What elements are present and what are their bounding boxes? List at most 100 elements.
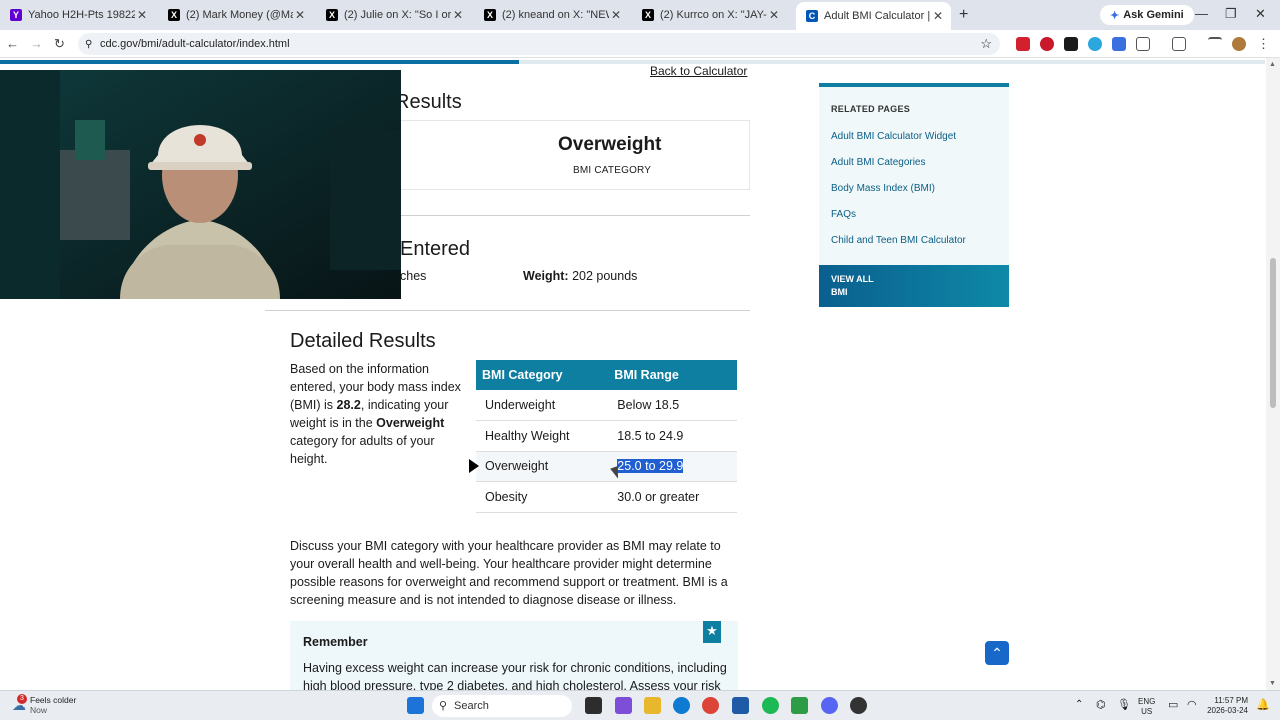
spotify-icon[interactable]	[762, 697, 779, 714]
table-row: Underweight Below 18.5	[476, 390, 737, 421]
sidebar-link[interactable]: Child and Teen BMI Calculator	[831, 235, 966, 246]
back-to-top-button[interactable]: ⌃	[985, 641, 1009, 665]
column-header: BMI Range	[608, 360, 737, 390]
sidebar-link[interactable]: Adult BMI Categories	[831, 157, 926, 168]
scroll-down-icon[interactable]: ▼	[1269, 680, 1276, 687]
notifications-icon[interactable]: 🔔	[1256, 698, 1270, 711]
x-icon: X	[642, 9, 654, 21]
selected-text: 25.0 to 29.9	[617, 459, 684, 474]
star-icon: ★	[703, 621, 721, 643]
browser-tab[interactable]: X (2) Julie on X: "So I ordered Chi ✕	[316, 4, 471, 26]
sidebar-link[interactable]: FAQs	[831, 209, 856, 220]
menu-kebab-icon[interactable]: ⋮	[1257, 36, 1270, 52]
table-cell: Obesity	[476, 481, 609, 513]
browser-tab[interactable]: X (2) Kurrco on X: "JAY-Z respond ✕	[632, 4, 787, 26]
sidebar-link[interactable]: Adult BMI Calculator Widget	[831, 131, 956, 142]
display-icon[interactable]: ▭	[1168, 698, 1178, 711]
browser-tab[interactable]: X (2) kneand on X: "NEW 80+ Liv ✕	[474, 4, 629, 26]
extension-icon[interactable]	[1112, 37, 1126, 51]
remember-text: Having excess weight can increase your r…	[303, 661, 727, 690]
app-icon[interactable]	[791, 697, 808, 714]
table-row-highlighted: Overweight 25.0 to 29.9	[476, 451, 737, 482]
site-info-icon[interactable]: ⚲	[85, 39, 92, 50]
minimize-icon[interactable]: —	[1195, 6, 1208, 21]
cdc-icon: C	[806, 10, 818, 22]
extension-icon[interactable]	[1064, 37, 1078, 51]
close-icon[interactable]: ✕	[451, 8, 465, 22]
close-icon[interactable]: ✕	[609, 8, 623, 22]
weather-widget[interactable]: Feels colder Now	[30, 695, 76, 715]
forward-arrow-icon[interactable]: →	[30, 36, 43, 51]
puzzle-icon[interactable]	[1136, 37, 1150, 51]
reload-icon[interactable]: ↻	[54, 36, 65, 52]
bmi-range-table: BMI Category BMI Range Underweight Below…	[476, 360, 737, 513]
back-to-calculator-link[interactable]: Back to Calculator	[650, 64, 747, 78]
view-all-bmi-button[interactable]: VIEW ALL BMI	[819, 265, 1009, 307]
taskbar: ☁ 3 Feels colder Now ⚲ Search ⌃ ⌬ 🎙 ENG …	[0, 690, 1280, 720]
weight-entry: Weight: 202 pounds	[523, 269, 637, 283]
browser-tab[interactable]: X (2) Mark Money (@MarkInCAD ✕	[158, 4, 313, 26]
ask-gemini-button[interactable]: ✦ Ask Gemini	[1100, 5, 1194, 25]
yahoo-icon: Y	[10, 9, 22, 21]
avatar[interactable]	[1232, 37, 1246, 51]
windows-start-icon[interactable]	[407, 697, 424, 714]
notification-badge: 3	[17, 694, 27, 704]
browser-tab-active[interactable]: C Adult BMI Calculator | BMI | CD ✕	[796, 2, 951, 30]
network-icon[interactable]: ⌬	[1096, 698, 1106, 711]
discord-icon[interactable]	[821, 697, 838, 714]
reading-list-icon[interactable]	[1208, 37, 1222, 51]
language-indicator[interactable]: ENG US	[1138, 697, 1155, 717]
address-bar[interactable]: ⚲ cdc.gov/bmi/adult-calculator/index.htm…	[78, 33, 1000, 55]
task-view-icon[interactable]	[585, 697, 602, 714]
clock[interactable]: 11:57 PM 2026-03-24	[1204, 696, 1248, 716]
close-icon[interactable]: ✕	[293, 8, 307, 22]
x-icon: X	[326, 9, 338, 21]
chrome-icon[interactable]	[702, 697, 719, 714]
edge-icon[interactable]	[673, 697, 690, 714]
restore-icon[interactable]: ❐	[1225, 6, 1237, 22]
table-cell: 25.0 to 29.9	[608, 451, 737, 482]
entered-heading: Entered	[400, 238, 471, 260]
extension-icon[interactable]	[1016, 37, 1030, 51]
browser-tab[interactable]: Y Yahoo H2H-Pts 198229 - Phant ✕	[0, 4, 155, 26]
extension-icon[interactable]	[1040, 37, 1054, 51]
window-close-icon[interactable]: ✕	[1255, 6, 1266, 22]
table-header-row: BMI Category BMI Range	[476, 360, 737, 390]
bmi-category-inline: Overweight	[376, 416, 445, 430]
bmi-summary-text: Based on the information entered, your b…	[290, 362, 461, 466]
detailed-results-heading: Detailed Results	[290, 330, 436, 352]
close-icon[interactable]: ✕	[135, 8, 149, 22]
bookmark-star-icon[interactable]: ☆	[980, 36, 992, 52]
table-cell: 30.0 or greater	[608, 481, 737, 513]
tray-chevron-icon[interactable]: ⌃	[1075, 699, 1083, 710]
related-pages-heading: RELATED PAGES	[831, 104, 911, 114]
guidance-text: Discuss your BMI category with your heal…	[290, 539, 728, 607]
file-explorer-icon[interactable]	[644, 697, 661, 714]
tab-strip: Y Yahoo H2H-Pts 198229 - Phant ✕ X (2) M…	[0, 0, 1280, 30]
sidebar-link[interactable]: Body Mass Index (BMI)	[831, 183, 935, 194]
app-icon[interactable]	[732, 697, 749, 714]
extension-icon[interactable]	[1088, 37, 1102, 51]
scroll-up-icon[interactable]: ▲	[1269, 61, 1276, 68]
remember-callout: ★ Remember Having excess weight can incr…	[290, 621, 738, 690]
x-icon: X	[168, 9, 180, 21]
taskbar-search[interactable]: ⚲ Search	[432, 695, 572, 717]
toolbar: ← → ↻ ⚲ cdc.gov/bmi/adult-calculator/ind…	[0, 30, 1280, 58]
copilot-icon[interactable]	[615, 697, 632, 714]
related-pages-sidebar: RELATED PAGES Adult BMI Calculator Widge…	[819, 83, 1009, 307]
page-scrollbar[interactable]: ▲ ▼	[1266, 58, 1280, 690]
app-icon[interactable]	[850, 697, 867, 714]
wifi-icon[interactable]: ◠	[1187, 698, 1197, 711]
microphone-icon[interactable]: 🎙	[1117, 698, 1131, 711]
table-cell: Below 18.5	[608, 390, 737, 421]
weight-label: Weight:	[523, 269, 569, 283]
scrollbar-thumb[interactable]	[1270, 258, 1276, 408]
search-icon: ⚲	[439, 700, 448, 712]
close-icon[interactable]: ✕	[767, 8, 781, 22]
close-icon[interactable]: ✕	[931, 9, 945, 23]
back-arrow-icon[interactable]: ←	[6, 36, 19, 51]
new-tab-button[interactable]: +	[959, 6, 968, 24]
weight-value: 202 pounds	[572, 269, 638, 283]
cast-icon[interactable]	[1172, 37, 1186, 51]
x-icon: X	[484, 9, 496, 21]
